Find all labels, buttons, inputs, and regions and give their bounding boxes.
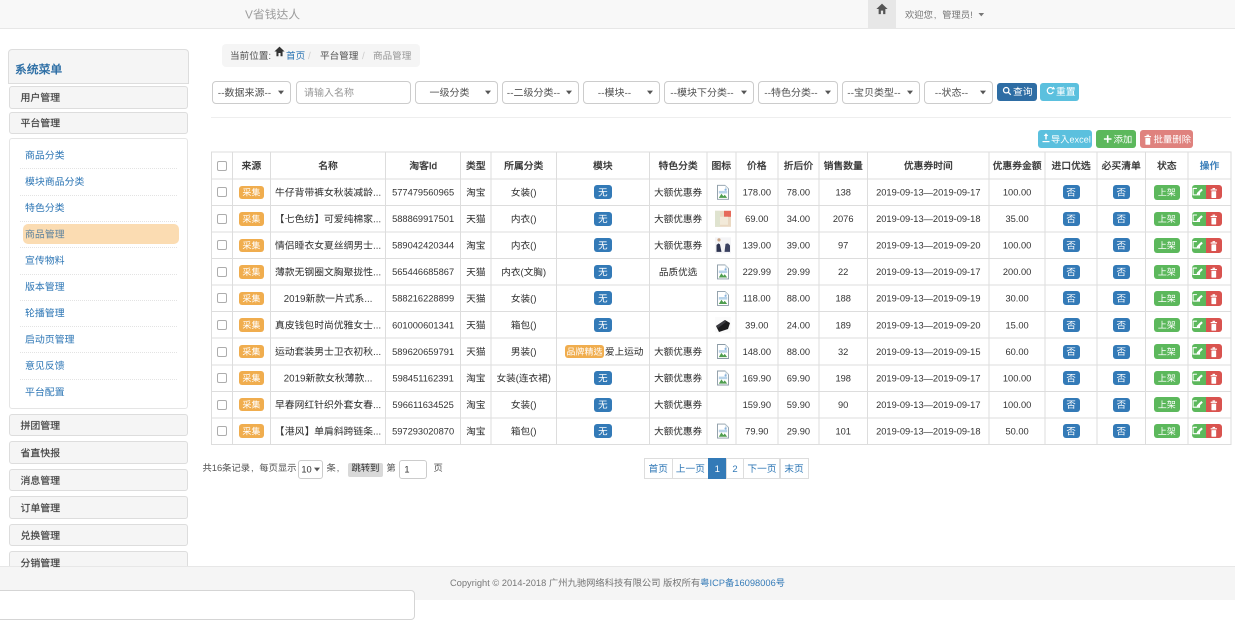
svg-text:100.00: 100.00 [1003,188,1031,198]
svg-text:78.00: 78.00 [787,188,810,198]
svg-text:88.00: 88.00 [787,294,810,304]
svg-text:100.00: 100.00 [1003,400,1031,410]
svg-text:588869917501: 588869917501 [392,214,454,224]
svg-text:229.99: 229.99 [743,267,771,277]
svg-text:29.99: 29.99 [787,267,810,277]
svg-text:29.90: 29.90 [787,426,810,436]
svg-text:598451162391: 598451162391 [392,373,453,383]
svg-text:178.00: 178.00 [743,188,771,198]
svg-text:589620659791: 589620659791 [392,347,454,357]
svg-text:601000601341: 601000601341 [392,320,454,330]
svg-text:577479560965: 577479560965 [392,188,454,198]
svg-text:118.00: 118.00 [743,294,771,304]
svg-text:30.00: 30.00 [1005,294,1028,304]
svg-text:59.90: 59.90 [787,400,810,410]
svg-text:79.90: 79.90 [745,426,768,436]
svg-text:88.00: 88.00 [787,347,810,357]
svg-text:100.00: 100.00 [1003,373,1031,383]
svg-text:1: 1 [715,464,720,475]
svg-text:565446685867: 565446685867 [392,267,454,277]
svg-text:189: 189 [835,320,851,330]
svg-text:69.90: 69.90 [787,373,810,383]
svg-text:159.90: 159.90 [743,400,771,410]
svg-text:10: 10 [301,465,311,475]
svg-text:15.00: 15.00 [1005,320,1028,330]
svg-text:2019-09-13—2019-09-18: 2019-09-13—2019-09-18 [876,426,980,436]
svg-text:139.00: 139.00 [743,241,771,251]
svg-text:148.00: 148.00 [743,347,771,357]
svg-text:39.00: 39.00 [745,320,768,330]
svg-text:35.00: 35.00 [1005,214,1028,224]
svg-text:22: 22 [838,267,848,277]
svg-text:90: 90 [838,400,848,410]
svg-text:169.90: 169.90 [743,373,771,383]
svg-text:1: 1 [404,465,409,475]
svg-text:2019-09-13—2019-09-18: 2019-09-13—2019-09-18 [876,214,980,224]
svg-text:589042420344: 589042420344 [392,241,454,251]
svg-text:34.00: 34.00 [787,214,810,224]
svg-text:2019-09-13—2019-09-17: 2019-09-13—2019-09-17 [876,267,980,277]
svg-text:39.00: 39.00 [787,241,810,251]
svg-text:588216228899: 588216228899 [392,294,454,304]
svg-text:100.00: 100.00 [1003,241,1031,251]
svg-text:50.00: 50.00 [1005,426,1028,436]
svg-text:32: 32 [838,347,848,357]
svg-text:2019-09-13—2019-09-20: 2019-09-13—2019-09-20 [876,320,980,330]
svg-text:2019-09-13—2019-09-15: 2019-09-13—2019-09-15 [876,347,980,357]
svg-text:69.00: 69.00 [745,214,768,224]
svg-text:24.00: 24.00 [787,320,810,330]
svg-text:596611634525: 596611634525 [392,400,453,410]
svg-text:2: 2 [732,464,737,475]
svg-text:200.00: 200.00 [1003,267,1031,277]
svg-text:138: 138 [835,188,851,198]
svg-text:188: 188 [835,294,851,304]
svg-text:97: 97 [838,241,848,251]
svg-text:2019-09-13—2019-09-17: 2019-09-13—2019-09-17 [876,373,980,383]
svg-text:2076: 2076 [833,214,854,224]
svg-text:60.00: 60.00 [1005,347,1028,357]
svg-text:101: 101 [835,426,851,436]
svg-text:2019-09-13—2019-09-19: 2019-09-13—2019-09-19 [876,294,980,304]
svg-text:198: 198 [835,373,851,383]
svg-text:2019-09-13—2019-09-17: 2019-09-13—2019-09-17 [876,400,980,410]
svg-text:597293020870: 597293020870 [392,426,454,436]
svg-text:2019-09-13—2019-09-20: 2019-09-13—2019-09-20 [876,241,980,251]
svg-text:2019-09-13—2019-09-17: 2019-09-13—2019-09-17 [876,188,980,198]
